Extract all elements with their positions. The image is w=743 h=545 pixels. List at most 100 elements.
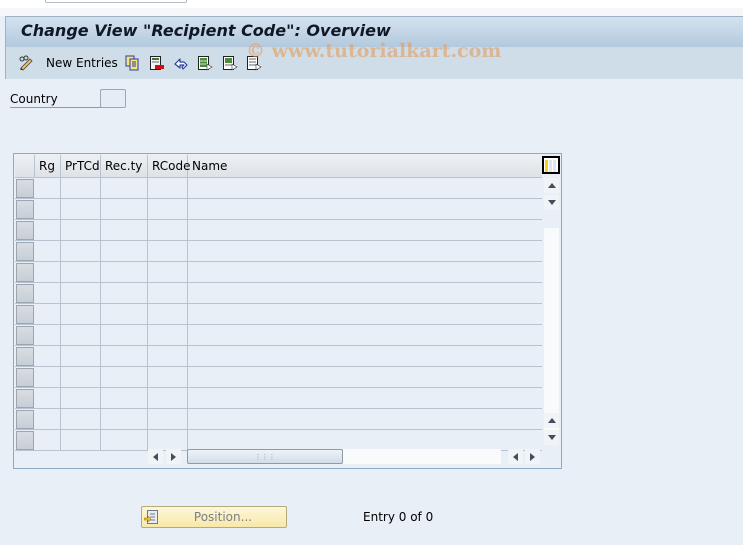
row-selector[interactable] xyxy=(16,389,34,408)
table-cell[interactable] xyxy=(148,283,188,304)
select-block-button[interactable] xyxy=(222,54,238,72)
table-cell[interactable] xyxy=(148,346,188,367)
table-cell[interactable] xyxy=(101,241,148,262)
scroll-page-up-button[interactable] xyxy=(544,413,559,428)
scroll-page-down-button[interactable] xyxy=(544,430,559,445)
table-cell[interactable] xyxy=(61,178,101,199)
vertical-scrollbar[interactable] xyxy=(543,178,560,446)
table-cell[interactable] xyxy=(188,346,542,367)
column-header-name[interactable]: Name xyxy=(188,155,542,178)
column-header-prtcd[interactable]: PrTCd xyxy=(61,155,101,178)
table-cell[interactable] xyxy=(61,283,101,304)
table-cell[interactable] xyxy=(188,388,542,409)
table-cell[interactable] xyxy=(101,262,148,283)
table-cell[interactable] xyxy=(148,304,188,325)
column-header-rec-ty[interactable]: Rec.ty xyxy=(101,155,148,178)
deselect-all-button[interactable] xyxy=(246,54,262,72)
table-row[interactable] xyxy=(15,199,542,220)
select-all-rows-header[interactable] xyxy=(15,155,35,178)
table-cell[interactable] xyxy=(148,367,188,388)
delete-button[interactable] xyxy=(149,54,165,72)
table-cell[interactable] xyxy=(101,304,148,325)
table-settings-button[interactable] xyxy=(542,156,560,174)
table-cell[interactable] xyxy=(188,325,542,346)
row-selector[interactable] xyxy=(16,200,34,219)
row-selector[interactable] xyxy=(16,431,34,450)
table-row[interactable] xyxy=(15,367,542,388)
table-cell[interactable] xyxy=(101,367,148,388)
table-cell[interactable] xyxy=(188,304,542,325)
table-cell[interactable] xyxy=(188,262,542,283)
row-selector[interactable] xyxy=(16,410,34,429)
row-selector[interactable] xyxy=(16,242,34,261)
table-cell[interactable] xyxy=(101,199,148,220)
table-cell[interactable] xyxy=(61,241,101,262)
table-cell[interactable] xyxy=(61,388,101,409)
table-cell[interactable] xyxy=(148,388,188,409)
table-cell[interactable] xyxy=(61,346,101,367)
table-cell[interactable] xyxy=(35,325,61,346)
table-cell[interactable] xyxy=(61,262,101,283)
row-selector[interactable] xyxy=(16,179,34,198)
new-entries-button[interactable]: New Entries xyxy=(46,54,118,72)
table-cell[interactable] xyxy=(61,325,101,346)
table-cell[interactable] xyxy=(35,283,61,304)
table-cell[interactable] xyxy=(101,178,148,199)
table-cell[interactable] xyxy=(61,199,101,220)
column-header-rcode[interactable]: RCode xyxy=(148,155,190,178)
table-cell[interactable] xyxy=(148,262,188,283)
table-cell[interactable] xyxy=(35,178,61,199)
row-selector[interactable] xyxy=(16,347,34,366)
table-row[interactable] xyxy=(15,220,542,241)
country-field[interactable] xyxy=(100,89,126,108)
scroll-far-left-button[interactable] xyxy=(508,449,523,464)
table-cell[interactable] xyxy=(188,283,542,304)
table-cell[interactable] xyxy=(61,220,101,241)
scroll-up-button[interactable] xyxy=(544,178,559,193)
row-selector[interactable] xyxy=(16,263,34,282)
table-cell[interactable] xyxy=(188,241,542,262)
table-cell[interactable] xyxy=(101,388,148,409)
table-cell[interactable] xyxy=(101,430,148,451)
row-selector[interactable] xyxy=(16,221,34,240)
table-cell[interactable] xyxy=(35,388,61,409)
horizontal-scroll-track[interactable] xyxy=(343,449,501,464)
column-header-rg[interactable]: Rg xyxy=(35,155,61,178)
copy-as-button[interactable] xyxy=(124,54,140,72)
row-selector[interactable] xyxy=(16,305,34,324)
select-all-button[interactable] xyxy=(197,54,213,72)
table-cell[interactable] xyxy=(35,430,61,451)
table-cell[interactable] xyxy=(61,430,101,451)
table-cell[interactable] xyxy=(148,409,188,430)
table-cell[interactable] xyxy=(188,199,542,220)
table-row[interactable] xyxy=(15,178,542,199)
table-cell[interactable] xyxy=(61,367,101,388)
scroll-far-right-button[interactable] xyxy=(525,449,540,464)
horizontal-scroll-thumb[interactable]: ⋮⋮⋮ xyxy=(187,449,343,464)
scroll-left-button[interactable] xyxy=(148,449,163,464)
table-row[interactable] xyxy=(15,388,542,409)
table-cell[interactable] xyxy=(148,241,188,262)
table-cell[interactable] xyxy=(101,283,148,304)
table-cell[interactable] xyxy=(188,367,542,388)
table-cell[interactable] xyxy=(61,304,101,325)
display-change-button[interactable] xyxy=(18,54,34,72)
table-cell[interactable] xyxy=(148,325,188,346)
vertical-scroll-track[interactable] xyxy=(544,228,559,438)
horizontal-scrollbar[interactable]: ⋮⋮⋮ xyxy=(148,448,542,465)
table-cell[interactable] xyxy=(188,178,542,199)
table-row[interactable] xyxy=(15,241,542,262)
table-row[interactable] xyxy=(15,346,542,367)
position-button[interactable]: Position... xyxy=(141,506,287,528)
table-cell[interactable] xyxy=(101,346,148,367)
table-cell[interactable] xyxy=(35,262,61,283)
table-cell[interactable] xyxy=(35,367,61,388)
row-selector[interactable] xyxy=(16,368,34,387)
scroll-right-button[interactable] xyxy=(166,449,181,464)
table-cell[interactable] xyxy=(35,199,61,220)
scroll-down-button[interactable] xyxy=(544,195,559,210)
row-selector[interactable] xyxy=(16,284,34,303)
table-row[interactable] xyxy=(15,325,542,346)
table-cell[interactable] xyxy=(101,325,148,346)
table-row[interactable] xyxy=(15,283,542,304)
